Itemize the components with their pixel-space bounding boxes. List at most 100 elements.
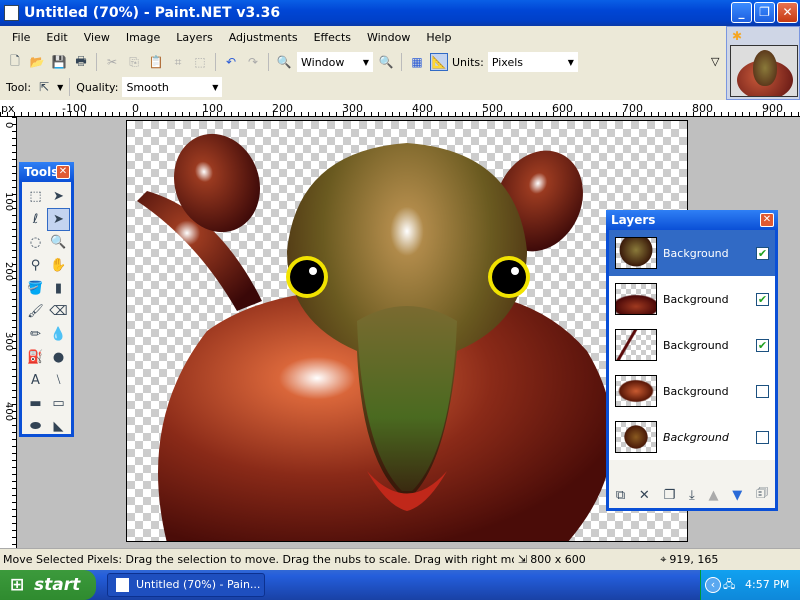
ruler-tick [12,523,16,524]
cut-icon[interactable]: ✂ [103,53,121,71]
image-thumbnail-tab[interactable]: ✱ [726,26,800,100]
show-hidden-icons-button[interactable]: ‹ [705,577,721,593]
crop-icon[interactable]: ⌗ [169,53,187,71]
ruler-tick [12,145,16,146]
new-icon[interactable]: 🗋 [6,53,24,71]
eraser-tool-icon[interactable]: ⌫ [47,300,70,323]
ruler-tick [168,112,169,116]
ruler-label: 900 [762,102,783,115]
delete-layer-icon[interactable]: ✕ [639,488,650,503]
layer-item[interactable]: Background [609,414,775,460]
pan-tool-icon[interactable]: ✋ [47,254,70,277]
menu-layers[interactable]: Layers [168,31,220,44]
layers-close-button[interactable]: ✕ [760,213,774,227]
menu-help[interactable]: Help [418,31,459,44]
layer-visibility-checkbox[interactable]: ✔ [756,246,769,260]
copy-icon[interactable]: ⎘ [125,53,143,71]
ruler-tick [12,362,16,363]
zoom-tool-icon[interactable]: 🔍 [47,231,70,254]
image-canvas[interactable] [126,120,688,542]
zoom-in-icon[interactable]: 🔍 [377,53,395,71]
units-combo[interactable]: Pixels ▼ [487,52,578,72]
menu-window[interactable]: Window [359,31,418,44]
quality-combo[interactable]: Smooth ▼ [122,77,223,97]
ellipse-select-tool-icon[interactable]: ◌ [24,231,47,254]
restore-button[interactable]: ❐ [754,2,775,23]
lasso-select-tool-icon[interactable]: ℓ [24,208,47,231]
deselect-icon[interactable]: ⬚ [191,53,209,71]
move-selection-tool-icon[interactable]: ➤ [47,185,70,208]
duplicate-layer-icon[interactable]: ❐ [664,488,676,503]
tools-title-bar[interactable]: Tools ✕ [19,162,74,182]
network-icon[interactable]: 🖧 [723,570,735,600]
freeform-shape-tool-icon[interactable]: ◣ [47,415,70,438]
tools-close-button[interactable]: ✕ [56,165,70,179]
ruler-tick [12,313,16,314]
ruler-tick [749,112,750,116]
menu-image[interactable]: Image [118,31,168,44]
layer-properties-icon[interactable]: 🗊 [756,484,768,506]
zoom-out-icon[interactable]: 🔍 [275,53,293,71]
close-button[interactable]: ✕ [777,2,798,23]
move-selected-pixels-icon[interactable]: ⇱ [35,78,53,96]
ruler-label: 600 [552,102,573,115]
layer-visibility-checkbox[interactable]: ✔ [756,292,769,306]
move-layer-up-icon[interactable]: ▲ [708,488,718,503]
layer-visibility-checkbox[interactable] [756,384,769,398]
move-selected-pixels-tool-icon[interactable]: ➤ [47,208,70,231]
layer-visibility-checkbox[interactable] [756,430,769,444]
add-layer-icon[interactable]: ⧉ [616,488,625,503]
layer-item[interactable]: Background ✔ [609,276,775,322]
clone-stamp-tool-icon[interactable]: ⛽ [24,346,47,369]
undo-icon[interactable]: ↶ [222,53,240,71]
menu-adjustments[interactable]: Adjustments [221,31,306,44]
minimize-button[interactable]: _ [731,2,752,23]
menu-effects[interactable]: Effects [306,31,359,44]
text-tool-icon[interactable]: A [24,369,47,392]
color-picker-tool-icon[interactable]: 💧 [47,323,70,346]
paintbrush-tool-icon[interactable]: 🖌 [24,300,47,323]
menu-view[interactable]: View [76,31,118,44]
ellipse-tool-icon[interactable]: ⬬ [24,415,47,438]
layer-buttons: ⧉ ✕ ❐ ⤓ ▲ ▼ 🗊 [609,482,775,508]
ruler-tick [12,243,16,244]
ruler-tick [12,320,16,321]
print-icon[interactable]: 🖶 [72,53,90,71]
toolbar-overflow-icon[interactable]: ▽ [711,55,719,68]
layer-item[interactable]: Background ✔ [609,230,775,276]
rectangle-tool-icon[interactable]: ▬ [24,392,47,415]
save-icon[interactable]: 💾 [50,53,68,71]
ruler-tick [658,112,659,116]
taskbar-item-paintnet[interactable]: Untitled (70%) - Pain... [107,573,265,597]
pencil-tool-icon[interactable]: ✏ [24,323,47,346]
layer-name: Background [663,292,729,306]
open-icon[interactable]: 📂 [28,53,46,71]
ruler-tick [448,112,449,116]
separator [215,53,216,71]
gradient-tool-icon[interactable]: ▮ [47,277,70,300]
ruler-tick [12,299,16,300]
magic-wand-tool-icon[interactable]: ⚲ [24,254,47,277]
chevron-down-icon[interactable]: ▼ [57,83,63,92]
rectangle-select-tool-icon[interactable]: ⬚ [24,185,47,208]
menu-file[interactable]: File [4,31,38,44]
ruler-tick [434,112,435,116]
layers-title-bar[interactable]: Layers ✕ [606,210,778,230]
layer-item[interactable]: Background [609,368,775,414]
paste-icon[interactable]: 📋 [147,53,165,71]
grid-icon[interactable]: ▦ [408,53,426,71]
start-button[interactable]: ⊞ start [0,570,96,600]
zoom-combo[interactable]: Window ▼ [297,52,373,72]
rounded-rectangle-tool-icon[interactable]: ▭ [47,392,70,415]
paint-bucket-tool-icon[interactable]: 🪣 [24,277,47,300]
merge-layer-down-icon[interactable]: ⤓ [689,488,695,503]
move-layer-down-icon[interactable]: ▼ [732,488,742,503]
recolor-tool-icon[interactable]: ● [47,346,70,369]
line-curve-tool-icon[interactable]: ⧵ [47,369,70,392]
ruler-tick [12,306,16,307]
menu-edit[interactable]: Edit [38,31,75,44]
ruler-icon[interactable]: 📐 [430,53,448,71]
layer-visibility-checkbox[interactable]: ✔ [756,338,769,352]
layer-item[interactable]: Background ✔ [609,322,775,368]
redo-icon[interactable]: ↷ [244,53,262,71]
